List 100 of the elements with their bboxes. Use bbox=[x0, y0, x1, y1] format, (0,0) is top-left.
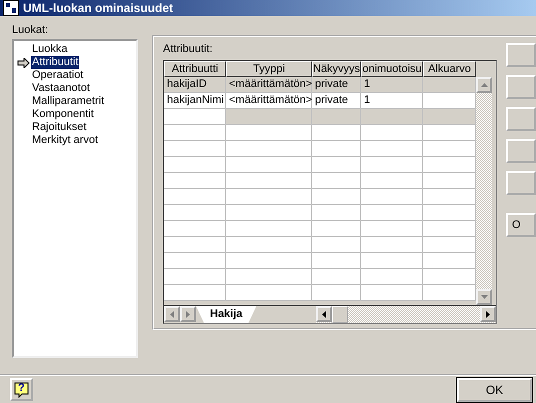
table-cell[interactable] bbox=[423, 77, 476, 93]
table-cell[interactable] bbox=[423, 269, 476, 285]
category-item[interactable]: Merkityt arvot bbox=[31, 134, 100, 147]
table-cell[interactable] bbox=[226, 125, 312, 141]
table-cell[interactable] bbox=[312, 173, 361, 189]
table-cell[interactable] bbox=[423, 237, 476, 253]
scroll-left-button[interactable] bbox=[316, 306, 332, 322]
vertical-scrollbar[interactable] bbox=[476, 77, 492, 305]
column-header[interactable]: onimuotoisu bbox=[361, 61, 423, 77]
table-cell[interactable]: hakijaID bbox=[164, 77, 226, 93]
table-cell[interactable] bbox=[164, 125, 226, 141]
table-cell[interactable] bbox=[361, 109, 423, 125]
table-cell[interactable] bbox=[423, 93, 476, 109]
table-cell[interactable] bbox=[361, 141, 423, 157]
table-cell[interactable] bbox=[361, 125, 423, 141]
tab-scroll-left-button[interactable] bbox=[164, 306, 180, 322]
side-button[interactable] bbox=[506, 171, 536, 195]
table-cell[interactable] bbox=[226, 253, 312, 269]
category-item[interactable]: Komponentit bbox=[31, 108, 95, 121]
table-cell[interactable] bbox=[423, 141, 476, 157]
table-cell[interactable] bbox=[361, 221, 423, 237]
category-item[interactable]: Attribuutit bbox=[31, 56, 80, 69]
table-cell[interactable] bbox=[312, 253, 361, 269]
table-cell[interactable] bbox=[226, 285, 312, 301]
table-cell[interactable] bbox=[164, 157, 226, 173]
table-cell[interactable] bbox=[423, 109, 476, 125]
column-header[interactable]: Alkuarvo bbox=[423, 61, 476, 77]
table-cell[interactable] bbox=[361, 285, 423, 301]
table-cell[interactable] bbox=[361, 173, 423, 189]
column-header[interactable]: Näkyvyys bbox=[312, 61, 361, 77]
table-cell[interactable] bbox=[423, 205, 476, 221]
table-cell[interactable] bbox=[164, 205, 226, 221]
table-cell[interactable]: private bbox=[312, 93, 361, 109]
help-button[interactable]: ? bbox=[10, 378, 33, 401]
table-cell[interactable] bbox=[226, 141, 312, 157]
side-button[interactable]: O bbox=[506, 213, 536, 237]
table-cell[interactable] bbox=[312, 237, 361, 253]
table-cell[interactable] bbox=[226, 237, 312, 253]
table-cell[interactable]: <määrittämätön> bbox=[226, 93, 312, 109]
table-cell[interactable]: hakijanNimi bbox=[164, 93, 226, 109]
side-button[interactable] bbox=[506, 139, 536, 163]
table-cell[interactable] bbox=[423, 253, 476, 269]
side-button[interactable] bbox=[506, 75, 536, 99]
side-button[interactable] bbox=[506, 43, 536, 67]
table-cell[interactable] bbox=[361, 189, 423, 205]
category-item[interactable]: Luokka bbox=[31, 43, 68, 56]
table-cell[interactable]: 1 bbox=[361, 77, 423, 93]
table-cell[interactable] bbox=[312, 269, 361, 285]
ok-button[interactable]: OK bbox=[457, 378, 532, 402]
table-cell[interactable] bbox=[312, 221, 361, 237]
category-item[interactable]: Rajoitukset bbox=[31, 121, 88, 134]
table-cell[interactable] bbox=[164, 269, 226, 285]
table-cell[interactable] bbox=[312, 205, 361, 221]
table-cell[interactable] bbox=[164, 109, 226, 125]
table-cell[interactable]: <määrittämätön> bbox=[226, 77, 312, 93]
table-cell[interactable] bbox=[226, 205, 312, 221]
table-cell[interactable] bbox=[312, 125, 361, 141]
table-cell[interactable] bbox=[164, 173, 226, 189]
column-header[interactable]: Attribuutti bbox=[164, 61, 226, 77]
table-cell[interactable] bbox=[226, 173, 312, 189]
table-cell[interactable]: 1 bbox=[361, 93, 423, 109]
table-cell[interactable] bbox=[312, 189, 361, 205]
scroll-thumb[interactable] bbox=[332, 306, 348, 323]
table-cell[interactable] bbox=[164, 189, 226, 205]
table-cell[interactable] bbox=[312, 285, 361, 301]
table-cell[interactable] bbox=[423, 157, 476, 173]
table-cell[interactable] bbox=[226, 221, 312, 237]
table-cell[interactable] bbox=[164, 285, 226, 301]
table-cell[interactable] bbox=[361, 205, 423, 221]
scroll-up-button[interactable] bbox=[476, 77, 492, 93]
side-button[interactable] bbox=[506, 107, 536, 131]
table-cell[interactable] bbox=[226, 109, 312, 125]
horizontal-scrollbar[interactable] bbox=[316, 306, 496, 323]
table-cell[interactable] bbox=[164, 141, 226, 157]
table-cell[interactable] bbox=[361, 269, 423, 285]
table-cell[interactable] bbox=[423, 221, 476, 237]
table-cell[interactable] bbox=[312, 141, 361, 157]
table-cell[interactable] bbox=[164, 253, 226, 269]
category-item[interactable]: Vastaanotot bbox=[31, 82, 91, 95]
table-cell[interactable] bbox=[423, 125, 476, 141]
tab-scroll-right-button[interactable] bbox=[180, 306, 196, 322]
table-cell[interactable] bbox=[423, 189, 476, 205]
table-cell[interactable] bbox=[361, 157, 423, 173]
table-cell[interactable] bbox=[164, 221, 226, 237]
category-item[interactable]: Malliparametrit bbox=[31, 95, 106, 108]
table-cell[interactable] bbox=[226, 157, 312, 173]
table-cell[interactable] bbox=[226, 269, 312, 285]
table-cell[interactable] bbox=[423, 173, 476, 189]
sheet-tab[interactable]: Hakija bbox=[196, 306, 256, 323]
table-cell[interactable] bbox=[226, 189, 312, 205]
table-cell[interactable]: private bbox=[312, 77, 361, 93]
table-cell[interactable] bbox=[312, 109, 361, 125]
column-header[interactable]: Tyyppi bbox=[226, 61, 312, 77]
table-cell[interactable] bbox=[164, 237, 226, 253]
table-cell[interactable] bbox=[312, 157, 361, 173]
category-item[interactable]: Operaatiot bbox=[31, 69, 84, 82]
table-cell[interactable] bbox=[361, 253, 423, 269]
table-cell[interactable] bbox=[361, 237, 423, 253]
scroll-right-button[interactable] bbox=[480, 306, 496, 322]
table-cell[interactable] bbox=[423, 285, 476, 301]
